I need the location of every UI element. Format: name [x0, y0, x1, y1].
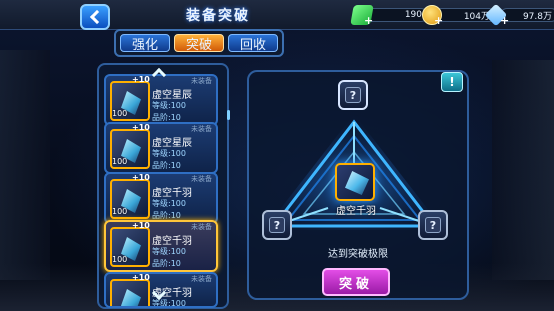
energy-resource[interactable]: + 190	[350, 5, 428, 27]
equip-status-tag: 未装备	[191, 223, 212, 231]
tab-recycle[interactable]: 回收	[228, 34, 278, 53]
question-icon: ?	[269, 217, 285, 233]
breakthrough-status-text: 达到突破极限	[328, 249, 388, 260]
question-icon: ?	[425, 217, 441, 233]
equipment-list-item[interactable]: +10 100 未装备 虚空星辰 等级:100 品阶:10	[104, 122, 218, 174]
tab-bar: 强化 突破 回收	[114, 29, 284, 57]
equipment-rank: 品阶:10	[152, 161, 181, 170]
scroll-up-icon[interactable]	[148, 66, 170, 83]
enhance-level-badge: +10	[132, 221, 150, 230]
equipment-level: 等级:100	[152, 247, 186, 256]
add-energy-plus-icon[interactable]: +	[364, 14, 373, 27]
gem-resource[interactable]: + 97.8万	[484, 3, 554, 27]
material-slot-left[interactable]: ?	[262, 210, 292, 240]
equipment-rank: 品阶:10	[152, 259, 181, 268]
level-badge: 100	[112, 157, 128, 166]
equipment-level: 等级:100	[152, 101, 186, 110]
background-machinery-left	[0, 50, 50, 280]
equipment-name: 虚空千羽	[152, 188, 192, 199]
level-badge: 100	[112, 109, 128, 118]
question-icon: ?	[345, 87, 361, 103]
add-gem-plus-icon[interactable]: +	[500, 14, 509, 27]
page-title: 装备突破	[186, 8, 250, 24]
equipment-list-item[interactable]: +10 100 未装备 虚空星辰 等级:100 品阶:10	[104, 74, 218, 126]
enhance-level-badge: +10	[132, 273, 150, 282]
level-badge: 100	[112, 207, 128, 216]
equipment-name: 虚空星辰	[152, 138, 192, 149]
blade-icon	[121, 289, 141, 306]
breakthrough-button[interactable]: 突破	[322, 268, 390, 296]
background-machinery-right	[492, 60, 554, 280]
material-slot-top[interactable]: ?	[338, 80, 368, 110]
enhance-level-badge: +10	[132, 123, 150, 132]
tab-breakthrough[interactable]: 突破	[174, 34, 224, 53]
tab-enhance[interactable]: 强化	[120, 34, 170, 53]
equipment-level: 等级:100	[152, 199, 186, 208]
equipment-list-item[interactable]: +10 100 未装备 虚空千羽 等级:100 品阶:10	[104, 172, 218, 224]
equipment-list-item-selected[interactable]: +10 100 未装备 虚空千羽 等级:100 品阶:10	[104, 220, 218, 272]
equip-status-tag: 未装备	[191, 77, 212, 85]
equipment-name: 虚空星辰	[152, 90, 192, 101]
list-scrollbar[interactable]	[227, 110, 230, 120]
enhance-level-badge: +10	[132, 173, 150, 182]
blade-icon	[345, 171, 369, 195]
back-button[interactable]	[80, 4, 110, 30]
target-equipment-slot[interactable]	[335, 163, 375, 201]
add-gold-plus-icon[interactable]: +	[434, 14, 443, 27]
level-badge: 100	[112, 255, 128, 264]
equipment-thumbnail	[110, 279, 150, 306]
scroll-down-icon[interactable]	[148, 285, 170, 302]
equip-status-tag: 未装备	[191, 175, 212, 183]
material-slot-right[interactable]: ?	[418, 210, 448, 240]
target-equipment-name: 虚空千羽	[336, 206, 376, 217]
equip-status-tag: 未装备	[191, 125, 212, 133]
info-icon[interactable]: !	[441, 72, 463, 92]
equipment-level: 等级:100	[152, 149, 186, 158]
equip-status-tag: 未装备	[191, 275, 212, 283]
equipment-name: 虚空千羽	[152, 236, 192, 247]
back-arrow-icon	[89, 9, 105, 25]
energy-value: 190	[364, 8, 428, 22]
